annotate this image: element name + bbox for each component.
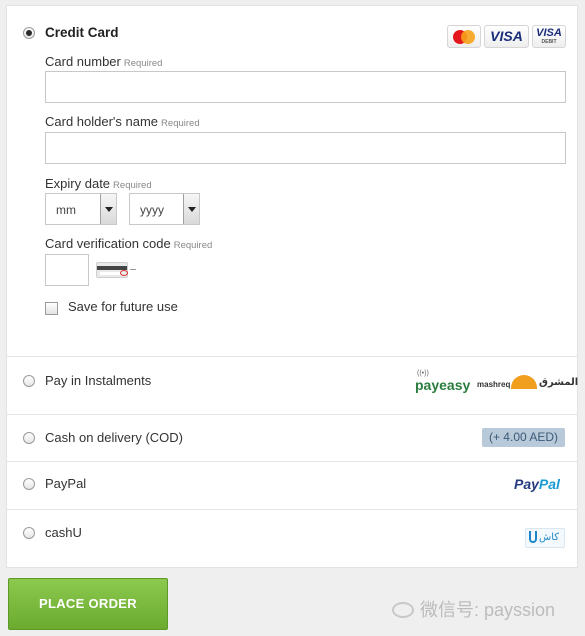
payeasy-mashreq-logo: ((•)) payeasy mashreq المشرق — [415, 370, 579, 393]
instalments-label: Pay in Instalments — [45, 373, 152, 388]
card-number-input[interactable] — [45, 71, 566, 103]
expiry-year-select[interactable]: yyyy — [129, 193, 200, 225]
cashu-logo: كاش — [525, 528, 565, 548]
paypal-radio[interactable] — [23, 478, 35, 490]
divider — [7, 356, 577, 357]
wechat-icon — [392, 602, 414, 618]
mastercard-logo — [447, 25, 481, 48]
save-card-checkbox[interactable] — [45, 302, 58, 315]
visa-debit-logo: VISA DEBIT — [532, 25, 566, 48]
watermark: 微信号: payssion — [392, 596, 555, 622]
cvv-label: Card verification code Required — [45, 236, 213, 251]
card-number-label: Card number Required — [45, 54, 163, 69]
card-holder-input[interactable] — [45, 132, 566, 164]
chevron-down-icon — [100, 194, 116, 224]
card-holder-label: Card holder's name Required — [45, 114, 200, 129]
place-order-button[interactable]: PLACE ORDER — [8, 578, 168, 630]
card-back-icon — [96, 262, 128, 278]
cod-radio[interactable] — [23, 432, 35, 444]
payment-methods-panel: Credit Card VISA VISA DEBIT Card number R… — [6, 5, 578, 568]
credit-card-title: Credit Card — [45, 25, 119, 40]
cod-label: Cash on delivery (COD) — [45, 430, 183, 445]
divider — [7, 461, 577, 462]
cod-fee-badge: (+ 4.00 AED) — [482, 428, 565, 447]
paypal-label: PayPal — [45, 476, 87, 491]
cvv-input[interactable] — [45, 254, 89, 286]
divider — [7, 414, 577, 415]
cashu-radio[interactable] — [23, 527, 35, 539]
expiry-month-select[interactable]: mm — [45, 193, 117, 225]
instalments-radio[interactable] — [23, 375, 35, 387]
expiry-date-label: Expiry date Required — [45, 176, 152, 191]
credit-card-radio[interactable] — [23, 27, 35, 39]
paypal-logo: PayPal — [514, 476, 560, 492]
visa-logo: VISA — [484, 25, 529, 48]
divider — [7, 509, 577, 510]
cvv-pointer-line — [130, 269, 136, 270]
save-card-label: Save for future use — [68, 299, 178, 314]
cashu-label: cashU — [45, 525, 82, 540]
chevron-down-icon — [183, 194, 199, 224]
